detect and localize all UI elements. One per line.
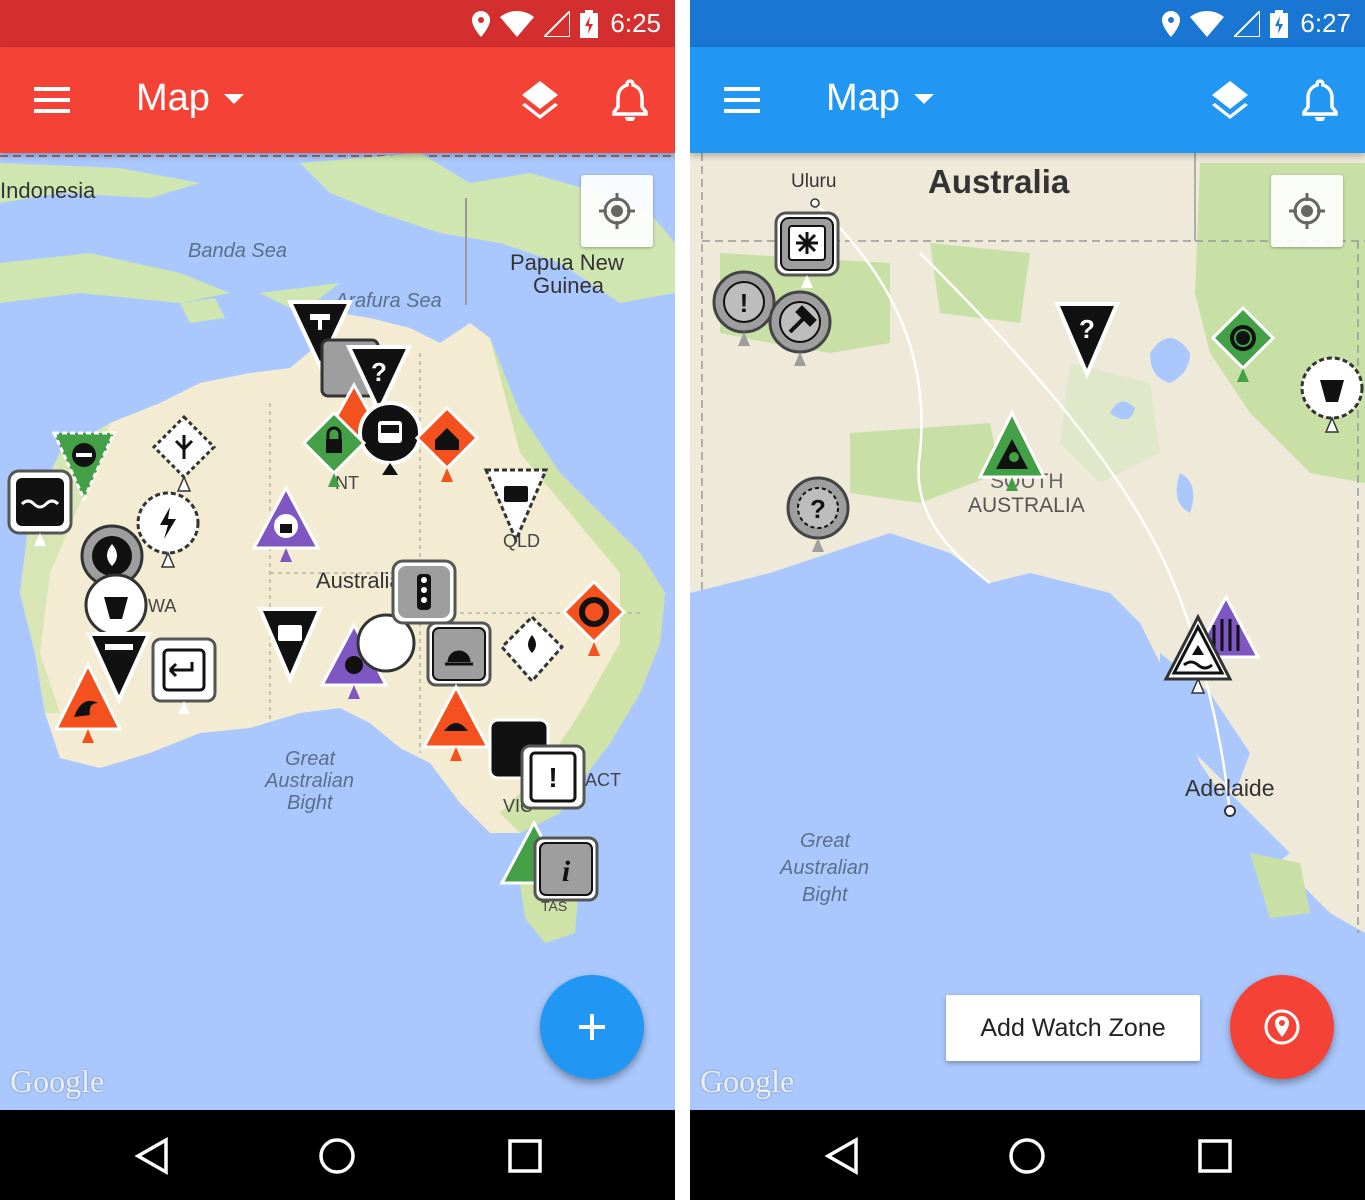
map-label-australia: Australia: [316, 568, 402, 593]
svg-text:?: ?: [1079, 314, 1095, 344]
unknown-grey-marker[interactable]: ?: [784, 476, 852, 560]
battery-charging-icon: [580, 9, 599, 38]
notifications-bell-icon[interactable]: [1300, 77, 1340, 121]
tsunami-marker[interactable]: [53, 661, 123, 747]
svg-text:!: !: [548, 762, 557, 793]
app-bar: Map: [0, 47, 675, 153]
app-bar: Map: [690, 47, 1365, 153]
watch-zone-fab-button[interactable]: [1230, 975, 1334, 1079]
map-label-gab-3: Bight: [802, 884, 848, 906]
wifi-status-icon: [1190, 10, 1225, 37]
map-label-indonesia: Indonesia: [0, 178, 96, 203]
thunderstorm-marker[interactable]: [421, 683, 491, 769]
map-label-gab-3: Bight: [287, 792, 333, 814]
location-status-icon: [1162, 10, 1181, 37]
wifi-status-icon: [500, 10, 535, 37]
status-bar: 6:25: [0, 0, 675, 47]
status-bar: 6:27: [690, 0, 1365, 47]
crosshair-icon: [1289, 193, 1325, 229]
add-watch-zone-button[interactable]: Add Watch Zone: [946, 995, 1200, 1061]
plus-icon: [579, 1014, 605, 1040]
flood-marker[interactable]: [6, 468, 74, 552]
map-label-papua-2: Guinea: [533, 273, 604, 298]
radio-broadcast-marker[interactable]: [482, 466, 550, 550]
map-view[interactable]: Indonesia Banda Sea Papua New Guinea Ara…: [0, 153, 675, 1110]
crosshair-icon: [599, 193, 635, 229]
map-label-gab-1: Great: [800, 830, 851, 852]
notifications-bell-icon[interactable]: [610, 77, 650, 121]
location-status-icon: [472, 10, 491, 37]
add-fab-button[interactable]: [540, 975, 644, 1079]
watch-zone-pin-icon: [1264, 1009, 1300, 1045]
layers-icon[interactable]: [1210, 79, 1250, 119]
map-label-gab-2: Australian: [265, 770, 354, 792]
menu-icon[interactable]: [724, 85, 760, 115]
agriculture-marker[interactable]: [150, 414, 218, 499]
map-dropdown[interactable]: Map: [136, 77, 244, 120]
gas-marker[interactable]: [498, 614, 566, 699]
svg-text:i: i: [562, 855, 571, 888]
svg-text:?: ?: [810, 494, 826, 524]
map-label-sa-2: AUSTRALIA: [968, 494, 1085, 517]
flood-warning-marker[interactable]: [1163, 613, 1233, 699]
screen-divider: [675, 0, 690, 1200]
alert-notice-marker[interactable]: !: [519, 743, 587, 827]
map-label-gab-2: Australian: [780, 857, 869, 879]
recents-nav-icon[interactable]: [503, 1134, 547, 1178]
battery-charging-icon: [1270, 9, 1289, 38]
ventilation-marker[interactable]: [773, 210, 841, 294]
layers-icon[interactable]: [520, 79, 560, 119]
house-fire-marker[interactable]: [413, 405, 481, 490]
radio-black-marker[interactable]: [256, 605, 324, 689]
map-label-australia: Australia: [928, 163, 1070, 200]
map-label-adelaide: Adelaide: [1185, 775, 1275, 801]
green-lock-marker[interactable]: [300, 410, 368, 495]
animal-green-marker[interactable]: [1209, 305, 1277, 390]
home-nav-icon[interactable]: [1005, 1134, 1049, 1178]
status-time: 6:27: [1300, 8, 1351, 38]
construction-marker[interactable]: [766, 290, 834, 374]
map-view[interactable]: Uluru Australia SOUTH AUSTRALIA Adelaide…: [690, 153, 1365, 1110]
nav-bar: [690, 1110, 1365, 1200]
right-screen: 6:27 Map Uluru Australia SOUTH AUSTRALIA…: [690, 0, 1365, 1200]
detour-marker[interactable]: [150, 636, 218, 720]
my-location-button[interactable]: [581, 175, 653, 247]
produce-marker[interactable]: [1298, 356, 1365, 440]
menu-icon[interactable]: [34, 85, 70, 115]
google-logo: Google: [700, 1063, 795, 1099]
unknown-hazard-marker[interactable]: ?: [1053, 300, 1121, 384]
chevron-down-icon: [223, 93, 244, 104]
chevron-down-icon: [913, 93, 934, 104]
map-label-banda-sea: Banda Sea: [188, 240, 287, 262]
google-logo: Google: [10, 1063, 105, 1099]
recents-nav-icon[interactable]: [1193, 1134, 1237, 1178]
left-screen: 6:25 Map Indonesia Banda Sea Papua New G…: [0, 0, 675, 1200]
landslide-green-marker[interactable]: [977, 409, 1047, 495]
map-label-uluru: Uluru: [791, 171, 837, 192]
info-marker[interactable]: i: [532, 835, 600, 919]
back-nav-icon[interactable]: [130, 1134, 174, 1178]
back-nav-icon[interactable]: [820, 1134, 864, 1178]
nav-bar: [0, 1110, 675, 1200]
map-dropdown[interactable]: Map: [826, 77, 934, 120]
cell-signal-icon: [1234, 10, 1261, 37]
lifebuoy-marker[interactable]: [560, 579, 628, 664]
my-location-button[interactable]: [1271, 175, 1343, 247]
map-label-act: ACT: [585, 770, 621, 790]
map-label-wa: WA: [148, 596, 177, 616]
map-label-gab-1: Great: [285, 748, 336, 770]
purple-security-marker[interactable]: [251, 484, 321, 570]
home-nav-icon[interactable]: [315, 1134, 359, 1178]
page-title: Map: [826, 77, 900, 119]
cell-signal-icon: [544, 10, 571, 37]
status-time: 6:25: [610, 8, 661, 38]
svg-text:!: !: [740, 288, 749, 318]
page-title: Map: [136, 77, 210, 119]
